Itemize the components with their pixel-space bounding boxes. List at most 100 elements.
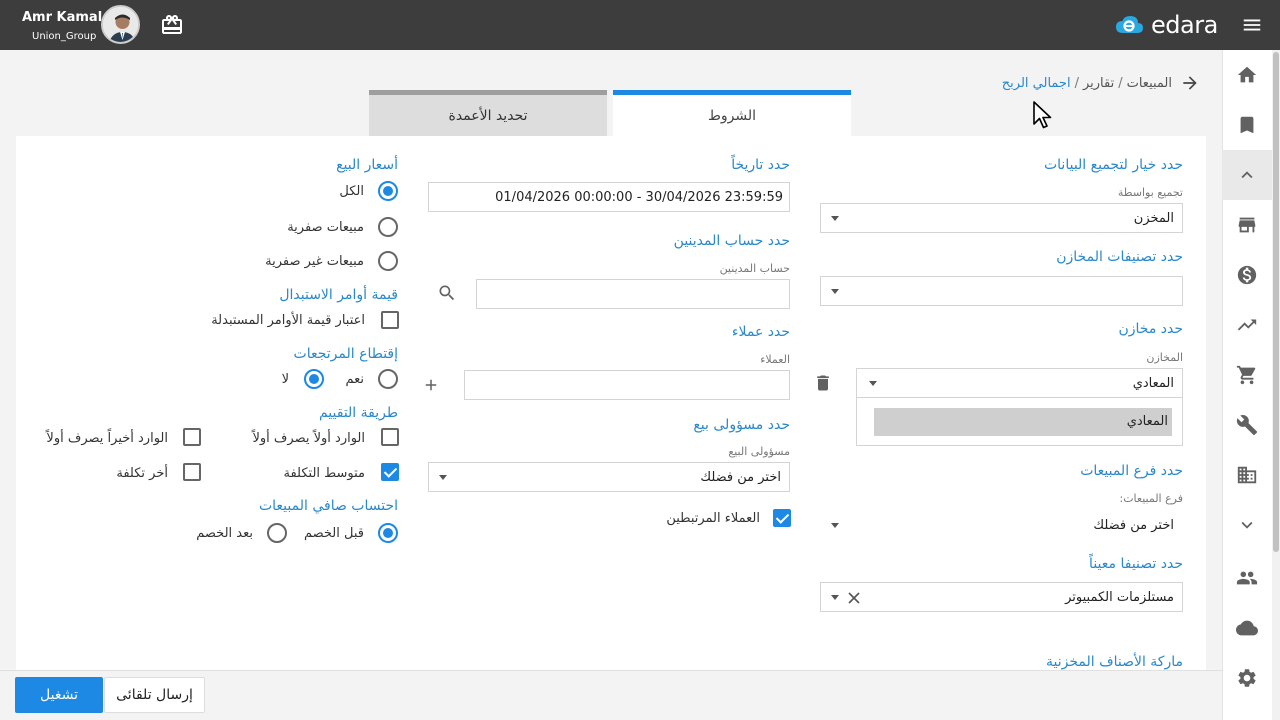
valuation-last-label: أخر تكلفة: [116, 466, 168, 481]
trash-icon[interactable]: [813, 372, 833, 394]
chevron-down-icon[interactable]: [1222, 500, 1272, 550]
category-select[interactable]: مستلزمات الكمبيوتر: [820, 582, 1183, 612]
salesrep-title: حدد مسؤولى بيع: [693, 417, 790, 433]
scrollbar-thumb[interactable]: [1273, 52, 1279, 552]
salesrep-select[interactable]: اختر من فضلك: [428, 462, 790, 492]
exchange-checkbox[interactable]: [381, 311, 399, 329]
home-icon[interactable]: [1222, 50, 1272, 100]
caret-down-icon: [831, 216, 839, 221]
money-icon[interactable]: [1222, 250, 1272, 300]
sale-prices-title: أسعار البيع: [336, 157, 398, 173]
net-before-label: قبل الخصم: [303, 526, 364, 541]
caret-down-icon: [831, 595, 839, 600]
valuation-fifo-checkbox[interactable]: [381, 428, 399, 446]
search-icon[interactable]: [437, 283, 457, 303]
top-bar: Amr Kamal Union_Group edara: [0, 0, 1280, 50]
tab-conditions[interactable]: الشروط: [613, 90, 851, 136]
sale-prices-option-nonzero: مبيعات غير صفرية: [265, 254, 364, 269]
valuation-avg-checkbox[interactable]: [381, 463, 399, 481]
breadcrumb-current[interactable]: اجمالي الربح: [1002, 76, 1071, 91]
customers-title: حدد عملاء: [731, 324, 790, 340]
people-icon[interactable]: [1222, 553, 1272, 603]
tab-columns[interactable]: تحديد الأعمدة: [369, 90, 607, 136]
returns-title: إقتطاع المرتجعات: [293, 346, 398, 362]
auto-send-button[interactable]: إرسال تلقائى: [104, 677, 205, 713]
caret-down-icon: [869, 381, 877, 386]
chevron-up-icon[interactable]: [1222, 150, 1272, 200]
edara-cloud-logo: [1116, 16, 1143, 33]
net-sales-title: احتساب صافي المبيعات: [258, 498, 398, 514]
mouse-cursor-icon: [1033, 101, 1052, 129]
exchange-title: قيمة أوامر الاستبدال: [279, 287, 398, 303]
stores-label: المخازن: [1146, 351, 1183, 364]
wrench-icon[interactable]: [1222, 400, 1272, 450]
avatar[interactable]: [101, 5, 140, 44]
clear-icon[interactable]: [848, 592, 860, 604]
linked-customers-checkbox[interactable]: [773, 509, 791, 527]
linked-customers-label: العملاء المرتبطين: [666, 511, 760, 526]
branch-label: فرع المبيعات:: [1119, 492, 1183, 505]
arrow-back-icon[interactable]: [1180, 73, 1200, 93]
add-icon[interactable]: [422, 376, 440, 394]
caret-down-icon: [831, 289, 839, 294]
exchange-option: اعتبار قيمة الأوامر المستبدلة: [211, 313, 365, 328]
bookmark-icon[interactable]: [1222, 100, 1272, 150]
grouping-label: تجميع بواسطة: [1117, 186, 1183, 199]
grouping-select[interactable]: المخزن: [820, 203, 1183, 233]
date-range-input[interactable]: 01/04/2026 00:00:00 - 30/04/2026 23:59:5…: [428, 182, 790, 212]
valuation-lifo-checkbox[interactable]: [183, 428, 201, 446]
returns-radio-no[interactable]: [304, 369, 324, 389]
stores-title: حدد مخازن: [1118, 321, 1183, 337]
user-group: Union_Group: [32, 31, 97, 42]
menu-icon[interactable]: [1241, 14, 1263, 36]
breadcrumb-separator: /: [1118, 75, 1123, 91]
cloud-icon[interactable]: [1222, 603, 1272, 653]
returns-yes-label: نعم: [345, 372, 364, 387]
sale-prices-radio-all[interactable]: [378, 181, 398, 201]
breadcrumb-sales[interactable]: المبيعات: [1127, 76, 1172, 91]
stores-list-item[interactable]: المعادي: [874, 408, 1172, 436]
grouping-title: حدد خيار لتجميع البيانات: [1043, 157, 1183, 173]
returns-no-label: لا: [281, 372, 289, 387]
sale-prices-radio-nonzero[interactable]: [378, 251, 398, 271]
building-icon[interactable]: [1222, 450, 1272, 500]
conditions-panel: حدد خيار لتجميع البيانات تجميع بواسطة ال…: [16, 136, 1206, 670]
edara-logo[interactable]: edara: [1113, 10, 1218, 40]
sale-prices-option-zero: مبيعات صفرية: [287, 220, 364, 235]
customers-input[interactable]: [464, 370, 790, 400]
valuation-lifo-label: الوارد أخيراً يصرف أولاً: [46, 431, 168, 446]
gift-icon[interactable]: [160, 13, 184, 37]
branch-select[interactable]: اختر من فضلك: [820, 510, 1183, 540]
brand-title: ماركة الأصناف المخزنية: [1046, 654, 1183, 670]
branch-title: حدد فرع المبيعات: [1080, 463, 1183, 479]
net-after-radio[interactable]: [267, 523, 287, 543]
category-title: حدد تصنيفا معيناً: [1089, 556, 1183, 572]
caret-down-icon: [831, 523, 839, 528]
run-button[interactable]: تشغيل: [15, 677, 103, 713]
gear-icon[interactable]: [1222, 653, 1272, 703]
store-categories-title: حدد تصنيفات المخازن: [1056, 249, 1183, 265]
user-name[interactable]: Amr Kamal: [22, 10, 102, 25]
returns-radio-yes[interactable]: [378, 369, 398, 389]
net-after-label: بعد الخصم: [196, 526, 253, 541]
breadcrumb-reports[interactable]: تقارير: [1083, 76, 1114, 91]
stores-listbox: المعادي: [856, 398, 1183, 446]
date-title: حدد تاريخاً: [731, 157, 790, 173]
valuation-fifo-label: الوارد أولاً يصرف أولاً: [252, 431, 365, 446]
store-icon[interactable]: [1222, 200, 1272, 250]
sale-prices-option-all: الكل: [339, 184, 364, 199]
cart-icon[interactable]: [1222, 350, 1272, 400]
caret-down-icon: [439, 475, 447, 480]
store-categories-select[interactable]: [820, 276, 1183, 306]
debtor-label: حساب المدينين: [719, 262, 790, 275]
stores-select[interactable]: المعادي: [856, 368, 1183, 398]
sale-prices-radio-zero[interactable]: [378, 217, 398, 237]
customers-label: العملاء: [760, 353, 790, 366]
net-before-radio[interactable]: [378, 523, 398, 543]
debtor-title: حدد حساب المدينين: [673, 233, 790, 249]
brand-name: edara: [1151, 11, 1218, 39]
valuation-last-checkbox[interactable]: [183, 463, 201, 481]
valuation-title: طريقة التقييم: [318, 405, 398, 421]
trending-up-icon[interactable]: [1222, 300, 1272, 350]
debtor-input[interactable]: [476, 279, 790, 309]
